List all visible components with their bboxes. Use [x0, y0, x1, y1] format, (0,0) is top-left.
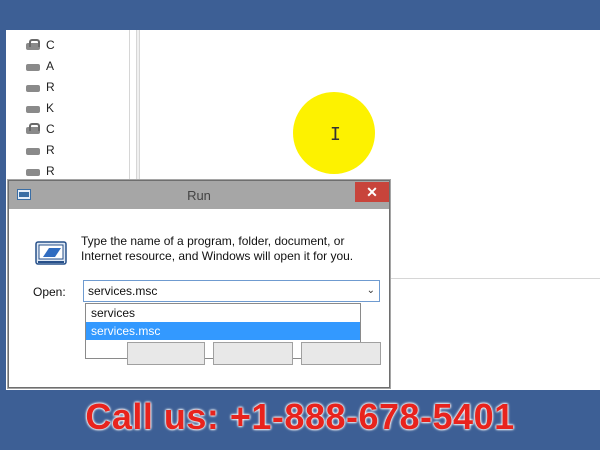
background-item-list: C A R K C R R — [26, 34, 55, 181]
browse-button[interactable] — [301, 342, 381, 365]
drive-icon — [26, 38, 40, 51]
dialog-body: Type the name of a program, folder, docu… — [17, 209, 383, 381]
run-dialog: Run ✕ Type the name of a program, folder… — [8, 180, 390, 388]
drive-icon — [26, 122, 40, 135]
list-item[interactable]: C — [26, 34, 55, 55]
list-item[interactable]: K — [26, 97, 55, 118]
cancel-button[interactable] — [213, 342, 293, 365]
open-field-label: Open: — [33, 285, 66, 299]
open-input-value: services.msc — [88, 284, 158, 298]
list-item[interactable]: R — [26, 139, 55, 160]
list-item[interactable]: A — [26, 55, 55, 76]
pane-divider-line — [390, 278, 600, 279]
list-item[interactable]: C — [26, 118, 55, 139]
text-cursor-icon: I — [330, 124, 341, 145]
list-item[interactable]: R — [26, 76, 55, 97]
ok-button[interactable] — [127, 342, 205, 365]
open-combobox[interactable]: services.msc ⌄ — [83, 280, 380, 302]
run-program-icon — [35, 241, 67, 265]
dialog-instructions: Type the name of a program, folder, docu… — [81, 234, 354, 263]
autocomplete-item-selected[interactable]: services.msc — [86, 322, 360, 340]
drive-icon — [26, 144, 40, 156]
drive-icon — [26, 102, 40, 114]
chevron-down-icon[interactable]: ⌄ — [367, 281, 375, 301]
drive-icon — [26, 81, 40, 93]
call-us-banner-text: Call us: +1-888-678-5401 — [85, 396, 515, 437]
top-banner-band — [0, 0, 600, 30]
dialog-title: Run — [187, 188, 211, 203]
autocomplete-item[interactable]: services — [86, 304, 360, 322]
drive-icon — [26, 165, 40, 177]
close-button[interactable]: ✕ — [355, 182, 389, 202]
dialog-titlebar[interactable]: Run ✕ — [9, 181, 389, 209]
background-navigation-pane — [6, 30, 130, 180]
list-item[interactable]: R — [26, 160, 55, 181]
drive-icon — [26, 60, 40, 72]
